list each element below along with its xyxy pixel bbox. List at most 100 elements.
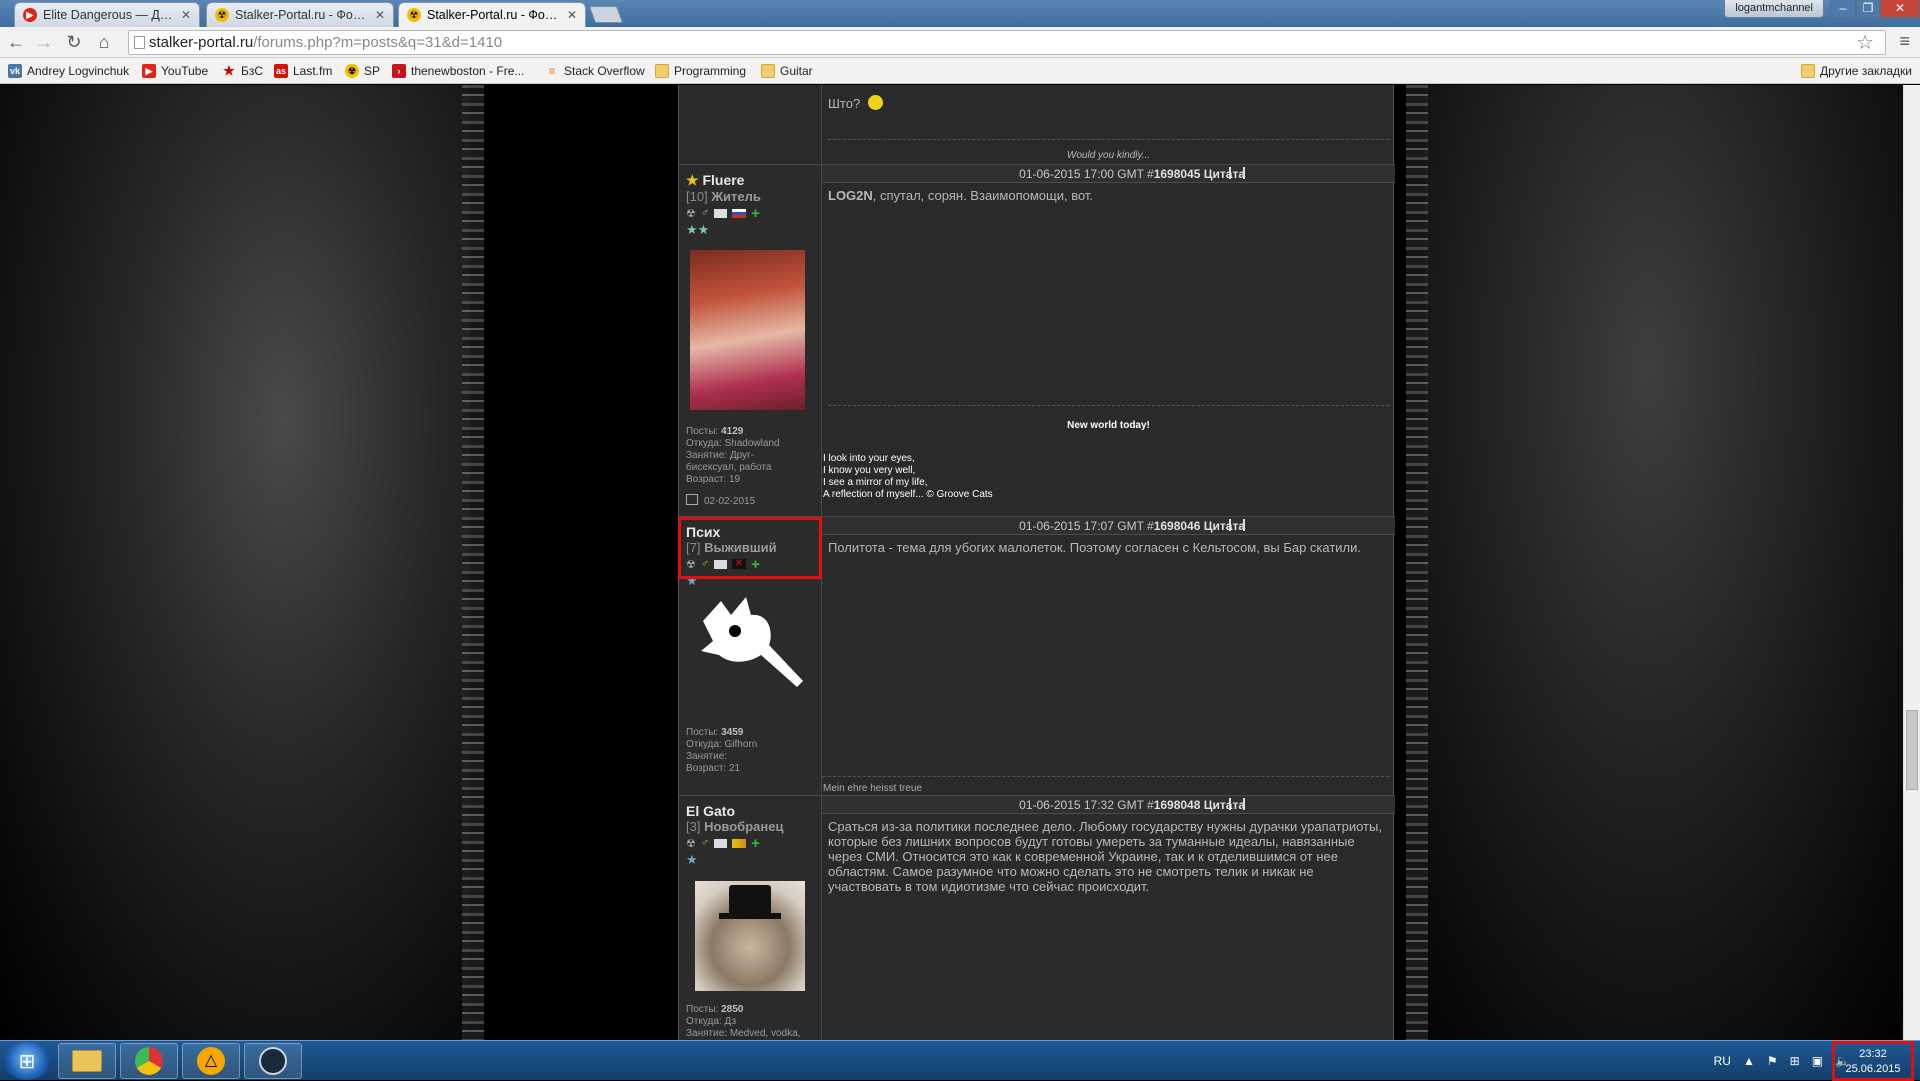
close-icon[interactable]: ✕: [375, 8, 385, 22]
bookmark-programming[interactable]: Programming: [655, 62, 746, 80]
post-fragment: Што? Would you kindly...: [679, 85, 1395, 164]
stat-label: Занятие:: [686, 1028, 728, 1039]
page-scrollbar[interactable]: [1903, 85, 1920, 1040]
youtube-icon: ▶: [142, 64, 156, 78]
stat-label: Откуда:: [686, 438, 722, 449]
taskbar-steam[interactable]: [244, 1043, 302, 1079]
home-icon[interactable]: ⌂: [92, 31, 116, 53]
bookmarks-bar: vk Andrey Logvinchuk ▶ YouTube ★ БзС as Last…: [0, 58, 1920, 84]
taskbar-explorer[interactable]: [58, 1043, 116, 1079]
bookmark-bzs[interactable]: ★ БзС: [222, 62, 263, 80]
gender-icon: ♂: [700, 207, 710, 219]
user-icons: ☢ ♂ +: [679, 204, 821, 222]
bookmark-label: Stack Overflow: [564, 64, 645, 78]
signature: New world today! I look into your eyes, …: [823, 405, 1389, 501]
tray-arrow-icon[interactable]: ▲: [1743, 1054, 1755, 1068]
radiation-icon: ☢: [345, 64, 359, 78]
post-body: LOG2N, спутал, сорян. Взаимопомощи, вот.: [822, 183, 1395, 208]
post-id[interactable]: 1698046: [1154, 519, 1201, 533]
url-host: stalker-portal.ru: [149, 34, 254, 51]
folder-icon: [655, 64, 669, 78]
bookmark-label: YouTube: [161, 64, 209, 78]
stat-label: Занятие:: [686, 751, 728, 762]
bookmark-stackoverflow[interactable]: ≡ Stack Overflow: [545, 62, 645, 80]
signature-line: A reflection of myself... © Groove Cats: [823, 489, 993, 500]
message-icon[interactable]: [714, 208, 728, 218]
plus-icon[interactable]: +: [751, 835, 760, 852]
windows-taskbar: ⊞ △ RU ▲ ⚑ ⊞ ▣ 🔈 23:32 25.06.2015: [0, 1040, 1920, 1081]
reload-icon[interactable]: ↻: [62, 31, 86, 53]
star-icon: ★: [223, 63, 235, 78]
bookmark-andrey[interactable]: vk Andrey Logvinchuk: [8, 62, 129, 80]
windows-logo-icon: ⊞: [18, 1050, 36, 1073]
new-tab-button[interactable]: [588, 6, 624, 23]
username[interactable]: El Gato: [679, 796, 821, 819]
user-column: [679, 85, 822, 164]
chrome-icon: [135, 1047, 163, 1075]
language-indicator[interactable]: RU: [1714, 1054, 1731, 1068]
stat-label: Откуда:: [686, 1016, 722, 1027]
minimize-button[interactable]: –: [1830, 0, 1856, 18]
post-body: Што?: [822, 85, 1395, 116]
bookmark-guitar[interactable]: Guitar: [761, 62, 813, 80]
tab-stalker-portal-1[interactable]: ☢ Stalker-Portal.ru - Форум ✕: [206, 2, 394, 27]
user-stats: Посты: 4129 Откуда: Shadowland Занятие: …: [686, 426, 796, 508]
smiley-icon: [867, 95, 883, 110]
tab-title: Stalker-Portal.ru - Форум: [235, 8, 369, 22]
bookmark-thenewboston[interactable]: › thenewboston - Fre...: [392, 62, 524, 80]
clock[interactable]: 23:32 25.06.2015: [1832, 1041, 1914, 1081]
award-stars: ★: [686, 852, 698, 867]
quote-icon[interactable]: [1229, 519, 1245, 531]
windows-icon[interactable]: ⊞: [1790, 1054, 1800, 1068]
tab-stalker-portal-active[interactable]: ☢ Stalker-Portal.ru - Форум ✕: [398, 2, 586, 27]
signature-line: I know you very well,: [823, 465, 916, 476]
stat-label: Занятие:: [686, 450, 728, 461]
post-content: 01-06-2015 17:00 GMT #1698045 Цитата LOG…: [822, 165, 1395, 516]
maximize-button[interactable]: ❐: [1856, 0, 1880, 18]
username[interactable]: ★ Fluere: [679, 165, 821, 189]
tab-elite-dangerous[interactable]: ▶ Elite Dangerous — Дрон ✕: [14, 2, 200, 27]
user-column: El Gato [3] Новобранец ☢ ♂ + ★ Посты: 28…: [679, 796, 822, 1040]
close-window-button[interactable]: ✕: [1880, 0, 1920, 18]
post-count: 3459: [721, 727, 744, 738]
quote-icon[interactable]: [1229, 167, 1245, 179]
scrollbar-thumb[interactable]: [1906, 710, 1918, 790]
vk-icon: vk: [8, 64, 22, 78]
user-rank: [3] Новобранец: [679, 819, 821, 834]
bookmark-star-icon[interactable]: ☆: [1856, 30, 1874, 55]
close-icon[interactable]: ✕: [181, 8, 191, 22]
plus-icon[interactable]: +: [751, 205, 760, 222]
background-art-left: [0, 85, 470, 1040]
bookmark-youtube[interactable]: ▶ YouTube: [142, 62, 208, 80]
bookmark-lastfm[interactable]: as Last.fm: [274, 62, 332, 80]
url-path: /forums.php?m=posts&q=31&d=1410: [253, 34, 503, 51]
user-avatar: [695, 881, 805, 991]
post-header: 01-06-2015 17:32 GMT #1698048 Цитата: [822, 796, 1395, 814]
profile-badge[interactable]: logantmchannel: [1724, 0, 1824, 18]
address-bar[interactable]: stalker-portal.ru/forums.php?m=posts&q=3…: [128, 30, 1886, 55]
action-center-flag-icon[interactable]: ⚑: [1767, 1054, 1778, 1068]
folder-icon: [761, 64, 775, 78]
radiation-icon: ☢: [686, 837, 696, 850]
signature-lines: I look into your eyes, I know you very w…: [823, 453, 1389, 501]
user-age: 19: [728, 474, 741, 485]
message-icon[interactable]: [714, 838, 728, 848]
menu-icon[interactable]: ≡: [1899, 31, 1910, 52]
bookmark-sp[interactable]: ☢ SP: [345, 62, 380, 80]
user-stats: Посты: 3459 Откуда: Gifhorn Занятие: Воз…: [686, 727, 757, 775]
close-icon[interactable]: ✕: [567, 8, 577, 22]
start-button[interactable]: ⊞: [4, 1042, 50, 1080]
network-icon[interactable]: ▣: [1812, 1054, 1823, 1068]
other-bookmarks[interactable]: Другие закладки: [1801, 62, 1912, 80]
taskbar-chrome[interactable]: [120, 1043, 178, 1079]
post-id[interactable]: 1698045: [1154, 167, 1201, 181]
award-stars: ★★: [686, 222, 710, 237]
taskbar-aimp[interactable]: △: [182, 1043, 240, 1079]
post-date: 01-06-2015 17:32 GMT #: [1019, 798, 1154, 812]
lastfm-icon: as: [274, 64, 288, 78]
quote-icon[interactable]: [1229, 798, 1245, 810]
post-id[interactable]: 1698048: [1154, 798, 1201, 812]
back-icon[interactable]: ←: [4, 31, 28, 53]
forward-icon[interactable]: →: [32, 31, 56, 53]
browser-toolbar: ← → ↻ ⌂ stalker-portal.ru/forums.php?m=p…: [0, 27, 1920, 58]
